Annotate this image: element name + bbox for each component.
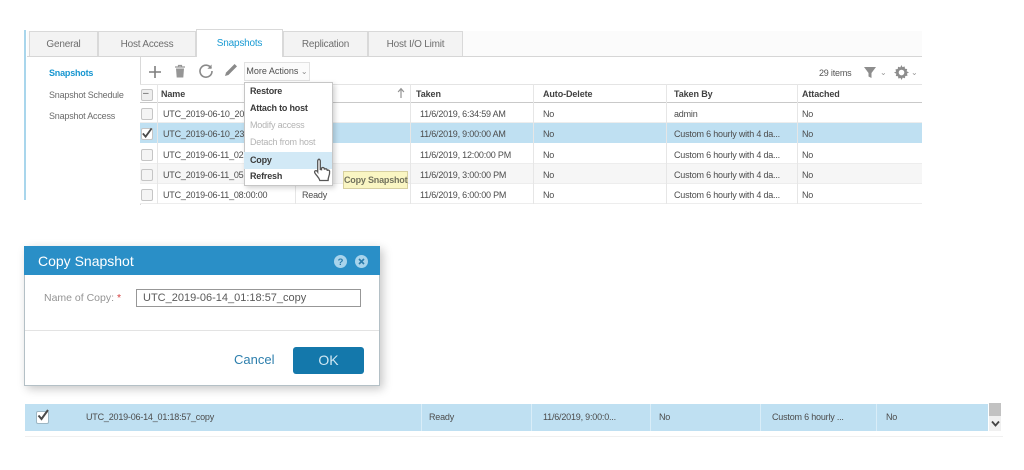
svg-text:?: ? — [338, 257, 344, 268]
